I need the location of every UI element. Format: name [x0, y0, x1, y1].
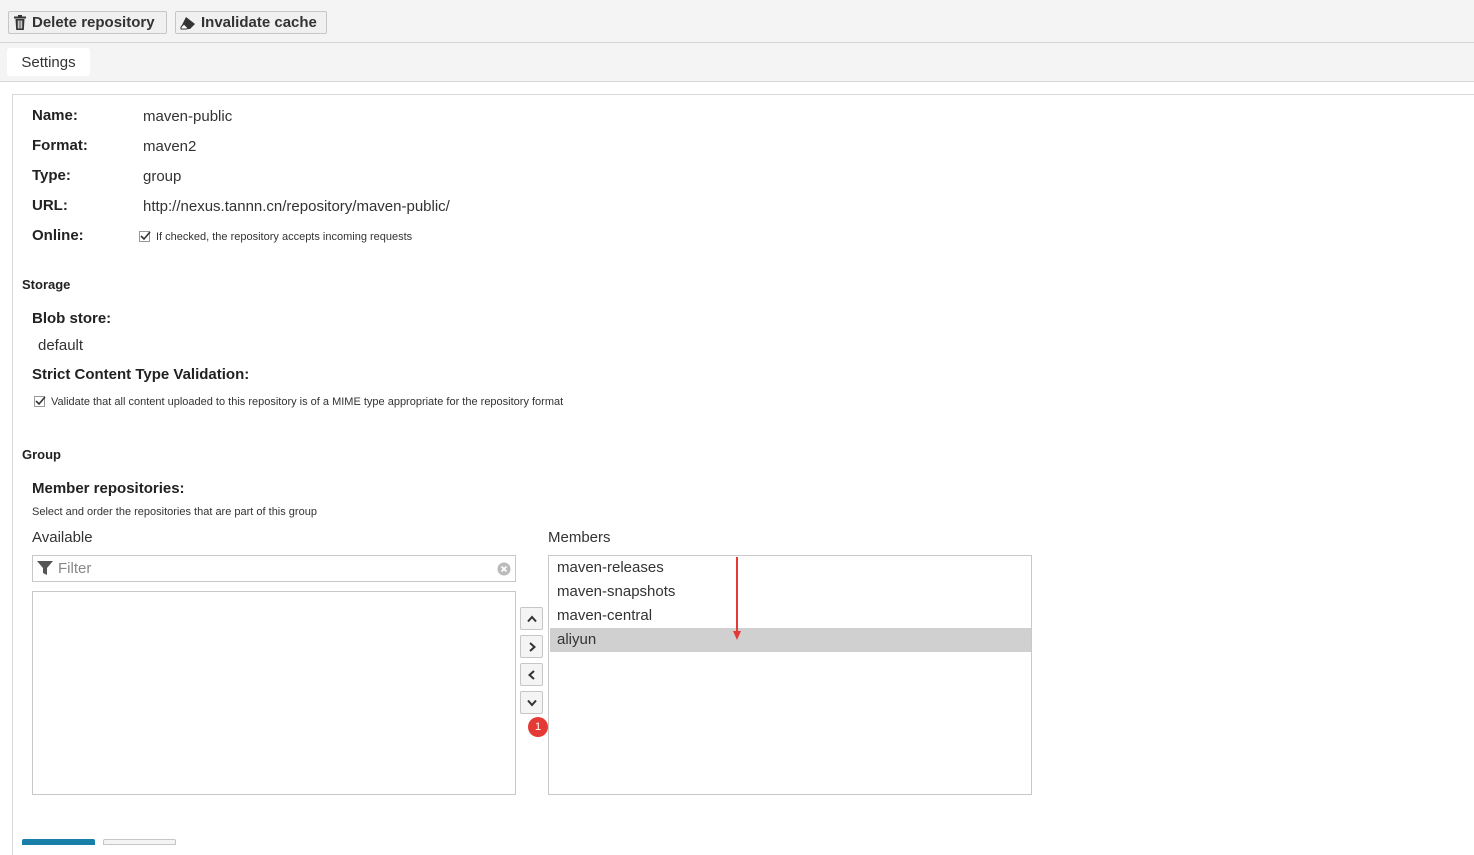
available-list[interactable] [32, 591, 516, 795]
strict-validation-checkbox[interactable] [34, 396, 46, 407]
tab-settings[interactable]: Settings [7, 48, 90, 76]
members-label: Members [548, 529, 611, 546]
group-section-title: Group [22, 447, 61, 462]
url-value: http://nexus.tannn.cn/repository/maven-p… [143, 198, 450, 215]
list-item[interactable]: maven-snapshots [550, 580, 1031, 604]
list-item[interactable]: maven-releases [550, 556, 1031, 580]
format-label: Format: [32, 137, 88, 154]
url-label: URL: [32, 197, 68, 214]
move-up-button[interactable] [520, 607, 543, 630]
filter-field[interactable]: Filter [32, 555, 516, 582]
chevron-down-icon [526, 699, 537, 707]
invalidate-cache-button[interactable]: Invalidate cache [175, 11, 327, 34]
list-item-selected[interactable]: aliyun [550, 628, 1031, 652]
online-checkbox[interactable] [139, 231, 151, 242]
checkmark-icon [35, 396, 46, 406]
add-member-button[interactable] [520, 635, 543, 658]
list-item[interactable]: maven-central [550, 604, 1031, 628]
trash-icon [14, 15, 26, 30]
members-list[interactable]: maven-releases maven-snapshots maven-cen… [548, 555, 1032, 795]
eraser-icon [180, 16, 195, 29]
strict-validation-hint: Validate that all content uploaded to th… [51, 396, 564, 408]
tab-bar: Settings [0, 43, 1474, 82]
blob-store-value: default [38, 337, 84, 354]
annotation-arrow [733, 557, 741, 640]
filter-placeholder: Filter [58, 560, 92, 577]
type-label: Type: [32, 167, 71, 184]
invalidate-cache-label: Invalidate cache [201, 14, 317, 31]
strict-validation-label: Strict Content Type Validation: [32, 366, 250, 383]
checkmark-icon [140, 231, 151, 241]
online-label: Online: [32, 227, 84, 244]
online-hint: If checked, the repository accepts incom… [156, 231, 413, 243]
storage-section-title: Storage [22, 277, 71, 292]
save-button[interactable] [22, 839, 95, 845]
move-down-button[interactable] [520, 691, 543, 714]
available-label: Available [32, 529, 93, 546]
annotation-badge: 1 [528, 717, 548, 737]
chevron-left-icon [527, 669, 535, 680]
discard-button[interactable] [103, 839, 176, 845]
member-repositories-hint: Select and order the repositories that a… [32, 506, 317, 518]
type-value: group [143, 168, 182, 185]
chevron-up-icon [526, 614, 537, 622]
member-repositories-label: Member repositories: [32, 480, 185, 497]
name-value: maven-public [143, 108, 233, 125]
format-value: maven2 [143, 138, 197, 155]
clear-icon[interactable] [497, 562, 511, 576]
chevron-right-icon [528, 641, 536, 652]
delete-repository-button[interactable]: Delete repository [8, 11, 167, 34]
blob-store-label: Blob store: [32, 310, 112, 327]
delete-repository-label: Delete repository [32, 14, 155, 31]
remove-member-button[interactable] [520, 663, 543, 686]
filter-icon [37, 561, 53, 575]
name-label: Name: [32, 107, 78, 124]
toolbar: Delete repository Invalidate cache [0, 0, 1474, 43]
